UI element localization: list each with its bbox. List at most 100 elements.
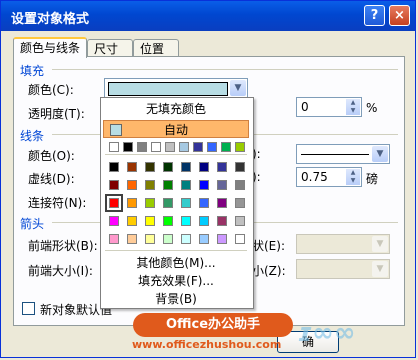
palette-color-swatch[interactable] [235, 234, 245, 244]
palette-color-swatch[interactable] [181, 162, 191, 172]
line-weight-field[interactable]: 0.75 ▲ ▼ [296, 167, 362, 187]
spinner-icon[interactable]: ▲ ▼ [346, 99, 360, 115]
recent-color-swatch[interactable] [137, 142, 147, 152]
palette-color-swatch[interactable] [199, 216, 209, 226]
palette-color-swatch[interactable] [181, 198, 191, 208]
popup-divider [105, 250, 247, 251]
palette-color-swatch[interactable] [163, 198, 173, 208]
chevron-down-icon[interactable]: ▼ [372, 261, 388, 277]
palette-color-swatch[interactable] [235, 216, 245, 226]
title-bar: 设置对象格式 ? × [1, 1, 415, 31]
default-checkbox[interactable] [22, 302, 35, 315]
spinner-icon[interactable]: ▲ ▼ [346, 169, 360, 185]
palette-color-swatch[interactable] [145, 198, 155, 208]
palette-color-swatch[interactable] [199, 198, 209, 208]
chevron-down-icon[interactable]: ▼ [230, 80, 246, 96]
palette-color-swatch[interactable] [127, 180, 137, 190]
palette-color-swatch[interactable] [163, 162, 173, 172]
palette-color-swatch[interactable] [181, 216, 191, 226]
palette-color-swatch[interactable] [217, 180, 227, 190]
fill-color-label: 颜色(C): [28, 83, 74, 97]
palette-color-swatch[interactable] [181, 180, 191, 190]
dash-label: 虚线(D): [28, 172, 75, 186]
palette-color-swatch[interactable] [145, 234, 155, 244]
palette-color-swatch[interactable] [105, 194, 123, 212]
automatic-swatch [110, 124, 122, 136]
transparency-label: 透明度(T): [28, 107, 85, 121]
watermark-badge: Office办公助手 [133, 313, 293, 337]
tab-color-lines[interactable]: 颜色与线条 [13, 37, 87, 58]
end-style-dropdown[interactable]: ▼ [296, 234, 390, 254]
chevron-down-icon[interactable]: ▼ [372, 236, 388, 252]
palette-color-swatch[interactable] [217, 234, 227, 244]
recent-color-swatch[interactable] [221, 142, 231, 152]
transparency-unit: % [366, 101, 378, 115]
fill-divider [52, 69, 398, 70]
fill-effects-option[interactable]: 填充效果(F)... [103, 272, 249, 290]
watermark-logo: ɪ∞∞ [298, 318, 356, 348]
line-weight-value: 0.75 [301, 170, 328, 184]
tab-position[interactable]: 位置 [133, 39, 179, 57]
fill-section-title: 填充 [20, 64, 45, 78]
no-fill-option[interactable]: 无填充颜色 [103, 100, 249, 118]
palette-color-swatch[interactable] [235, 198, 245, 208]
line-section-title: 线条 [20, 129, 45, 143]
palette-color-swatch[interactable] [163, 180, 173, 190]
recent-color-swatch[interactable] [109, 142, 119, 152]
palette-color-swatch[interactable] [127, 234, 137, 244]
palette-color-swatch[interactable] [235, 180, 245, 190]
recent-color-swatch[interactable] [193, 142, 203, 152]
more-colors-option[interactable]: 其他颜色(M)... [103, 254, 249, 272]
dialog-title: 设置对象格式 [11, 12, 90, 27]
palette-color-swatch[interactable] [127, 198, 137, 208]
chevron-down-icon[interactable]: ▼ [372, 146, 388, 162]
line-weight-unit: 磅 [366, 172, 379, 186]
palette-color-swatch[interactable] [109, 162, 119, 172]
palette-color-swatch[interactable] [163, 234, 173, 244]
color-picker-popup: 无填充颜色 自动 其他颜色(M)... 填充效果(F)... 背景(B) [100, 97, 254, 309]
recent-color-swatch[interactable] [165, 142, 175, 152]
recent-color-swatch[interactable] [235, 142, 245, 152]
palette-color-swatch[interactable] [109, 234, 119, 244]
palette-color-swatch[interactable] [145, 180, 155, 190]
recent-color-swatch[interactable] [123, 142, 133, 152]
arrows-section-title: 箭头 [20, 217, 45, 231]
connector-label: 连接符(N): [28, 196, 87, 210]
help-button[interactable]: ? [364, 5, 385, 26]
close-button[interactable]: × [389, 5, 410, 26]
palette-color-swatch[interactable] [109, 216, 119, 226]
transparency-value: 0 [301, 100, 309, 114]
palette-color-swatch[interactable] [199, 234, 209, 244]
automatic-label: 自动 [163, 123, 188, 137]
recent-color-swatch[interactable] [207, 142, 217, 152]
popup-divider [105, 154, 247, 155]
palette-color-swatch[interactable] [217, 216, 227, 226]
line-color-label: 颜色(O): [28, 149, 75, 163]
line-style-dropdown[interactable]: ▼ [296, 144, 390, 164]
background-option[interactable]: 背景(B) [103, 290, 249, 308]
automatic-option[interactable]: 自动 [103, 120, 249, 138]
fill-color-dropdown[interactable]: ▼ [104, 78, 248, 98]
palette-color-swatch[interactable] [181, 234, 191, 244]
palette-color-swatch[interactable] [127, 162, 137, 172]
transparency-field[interactable]: 0 ▲ ▼ [296, 97, 362, 117]
palette-color-swatch[interactable] [235, 162, 245, 172]
palette-color-swatch[interactable] [127, 216, 137, 226]
recent-color-swatch[interactable] [179, 142, 189, 152]
palette-color-swatch[interactable] [199, 162, 209, 172]
palette-color-swatch[interactable] [145, 162, 155, 172]
palette-color-swatch[interactable] [109, 180, 119, 190]
fill-color-swatch [108, 82, 228, 96]
begin-size-label: 前端大小(I): [28, 264, 93, 278]
begin-style-label: 前端形状(B): [28, 239, 98, 253]
end-size-dropdown[interactable]: ▼ [296, 259, 390, 279]
end-size-label: 小(Z): [252, 264, 286, 278]
watermark-url: www.officezhushou.com [132, 338, 282, 351]
palette-color-swatch[interactable] [217, 198, 227, 208]
palette-color-swatch[interactable] [199, 180, 209, 190]
recent-color-swatch[interactable] [151, 142, 161, 152]
palette-color-swatch[interactable] [163, 216, 173, 226]
palette-color-swatch[interactable] [145, 216, 155, 226]
palette-color-swatch[interactable] [217, 162, 227, 172]
tab-size[interactable]: 尺寸 [87, 39, 133, 57]
